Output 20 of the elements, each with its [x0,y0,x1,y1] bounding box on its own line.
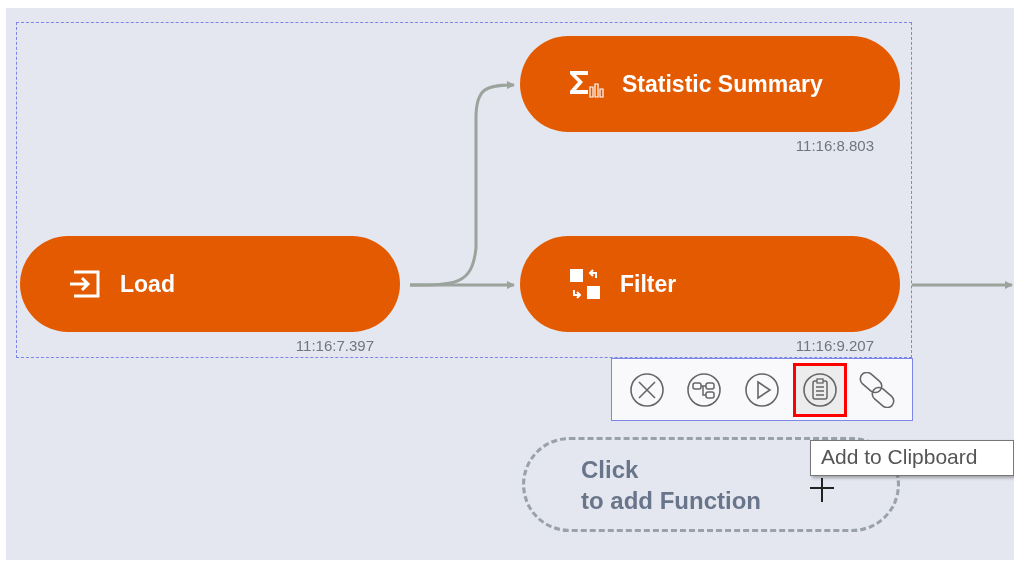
function-node[interactable]: Filter [520,236,900,332]
timestamp: 11:16:7.397 [294,337,374,354]
timestamp: 11:16:9.207 [794,337,874,354]
sigma-chart-icon [568,69,604,99]
node-label: Load [120,270,175,298]
node-label: Statistic Summary [622,70,823,98]
timestamp: 11:16:8.803 [794,137,874,154]
tooltip: Add to Clipboard [810,440,1014,476]
crosshair-cursor-icon [810,478,834,502]
function-node[interactable]: Statistic Summary [520,36,900,132]
node-label: Filter [620,270,677,298]
add-function-text: Click to add Function [581,454,761,516]
function-node[interactable]: Load [20,236,400,332]
swap-squares-icon [568,267,602,301]
clipboard-button[interactable] [792,362,847,417]
close-icon [628,371,665,408]
flowchart-icon [686,371,723,408]
import-icon [68,270,102,298]
play-icon [744,371,780,408]
clipboard-icon [801,371,838,408]
